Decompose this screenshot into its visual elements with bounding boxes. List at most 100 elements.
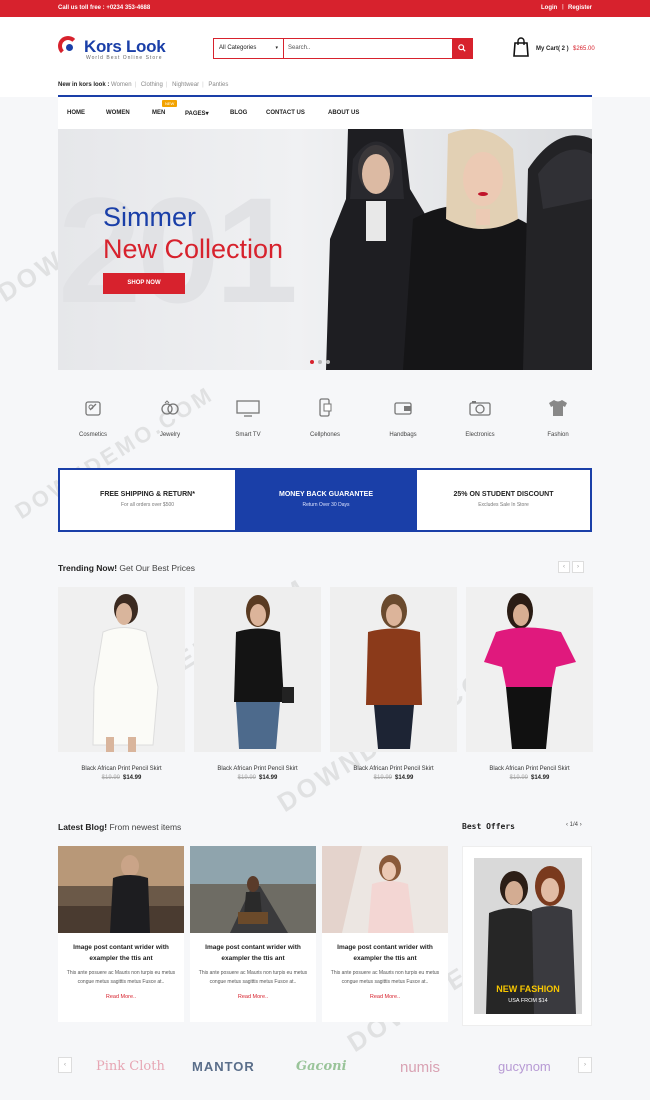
product-name[interactable]: Black African Print Pencil Skirt bbox=[466, 766, 593, 772]
blog-post-title[interactable]: Image post contant wrider with exampler … bbox=[58, 942, 184, 964]
logo-name[interactable]: Kors Look bbox=[84, 37, 166, 57]
bag-icon[interactable] bbox=[513, 37, 529, 57]
register-link[interactable]: Register bbox=[568, 5, 592, 11]
nav-item-pages[interactable]: PAGES▾ bbox=[185, 110, 209, 117]
sale-price: $14.99 bbox=[259, 775, 278, 781]
category-select-value: All Categories bbox=[219, 45, 257, 51]
new-in-link-clothing[interactable]: Clothing bbox=[141, 82, 163, 88]
product-card[interactable]: Black African Print Pencil Skirt $19.99 $… bbox=[194, 587, 321, 781]
new-in-label: New in kors look : bbox=[58, 82, 110, 88]
brand-logo[interactable]: gucynom bbox=[498, 1059, 551, 1074]
logo-tagline: World Best Online Store bbox=[86, 55, 163, 61]
top-bar: Call us toll free : +0234 353-4688 Login… bbox=[0, 0, 650, 17]
slider-dots bbox=[310, 359, 334, 366]
nav-item-women[interactable]: WOMEN bbox=[106, 110, 130, 116]
blog-image[interactable] bbox=[58, 846, 184, 933]
category-select[interactable]: All Categories ▾ bbox=[214, 39, 284, 58]
pager-count: 1/4 bbox=[569, 822, 579, 828]
brand-logo[interactable]: numis bbox=[400, 1059, 440, 1076]
category-cellphones[interactable]: Cellphones bbox=[290, 398, 360, 438]
next-arrow-button[interactable]: › bbox=[580, 822, 582, 828]
category-label: Jewelry bbox=[159, 432, 181, 438]
brand-logo[interactable]: Pink Cloth bbox=[96, 1059, 165, 1074]
next-arrow-button[interactable]: › bbox=[578, 1057, 592, 1073]
product-name[interactable]: Black African Print Pencil Skirt bbox=[194, 766, 321, 772]
product-name[interactable]: Black African Print Pencil Skirt bbox=[58, 766, 185, 772]
feature-subtitle: Return Over 30 Days bbox=[302, 502, 350, 508]
category-electronics[interactable]: Electronics bbox=[445, 398, 515, 438]
hero-slider[interactable]: 201 Simmer New Collection SHOP NOW bbox=[58, 129, 592, 370]
brand-logo[interactable]: Gaconi bbox=[296, 1059, 347, 1074]
main-nav: HOME WOMEN MEN NEW PAGES▾ BLOG CONTACT U… bbox=[58, 95, 592, 129]
category-cosmetics[interactable]: Cosmetics bbox=[58, 398, 128, 438]
product-image[interactable] bbox=[194, 587, 321, 752]
new-in-link-nightwear[interactable]: Nightwear bbox=[172, 82, 199, 88]
logo-dot-icon bbox=[66, 44, 73, 51]
offer-title: NEW FASHION bbox=[496, 984, 560, 994]
slider-dot[interactable] bbox=[310, 360, 314, 364]
cart-label[interactable]: My Cart( 2 ) bbox=[536, 46, 569, 52]
product-card[interactable]: Black African Print Pencil Skirt $19.99 $… bbox=[330, 587, 457, 781]
read-more-link[interactable]: Read More.. bbox=[190, 994, 316, 1000]
read-more-link[interactable]: Read More.. bbox=[58, 994, 184, 1000]
blog-title-rest: From newest items bbox=[107, 822, 182, 832]
product-price: $19.99 $14.99 bbox=[194, 775, 321, 781]
best-offers-pager: ‹ 1/4 › bbox=[566, 822, 582, 828]
category-fashion[interactable]: Fashion bbox=[523, 398, 593, 438]
product-name[interactable]: Black African Print Pencil Skirt bbox=[330, 766, 457, 772]
category-handbags[interactable]: Handbags bbox=[368, 398, 438, 438]
best-offer-banner[interactable]: NEW FASHION USA FROM $14 bbox=[462, 846, 592, 1026]
blog-post-title[interactable]: Image post contant wrider with exampler … bbox=[190, 942, 316, 964]
cosmetics-icon bbox=[85, 401, 101, 416]
nav-item-about[interactable]: ABOUT US bbox=[328, 110, 359, 116]
search-bar: All Categories ▾ Search.. bbox=[213, 38, 473, 59]
prev-arrow-button[interactable]: ‹ bbox=[558, 561, 570, 573]
nav-item-blog[interactable]: BLOG bbox=[230, 110, 247, 116]
blog-image[interactable] bbox=[190, 846, 316, 933]
feature-title: FREE SHIPPING & RETURN* bbox=[100, 491, 195, 498]
tshirt-icon bbox=[549, 400, 567, 416]
product-card[interactable]: Black African Print Pencil Skirt $19.99 $… bbox=[58, 587, 185, 781]
phone-icon bbox=[319, 398, 332, 417]
nav-item-men[interactable]: MEN bbox=[152, 110, 165, 116]
offer-image[interactable]: NEW FASHION USA FROM $14 bbox=[474, 858, 582, 1014]
nav-item-home[interactable]: HOME bbox=[67, 110, 85, 116]
category-label: Fashion bbox=[547, 432, 569, 438]
search-button[interactable] bbox=[452, 39, 472, 58]
blog-post-title[interactable]: Image post contant wrider with exampler … bbox=[322, 942, 448, 964]
shop-now-button[interactable]: SHOP NOW bbox=[103, 273, 185, 294]
new-in-bar: New in kors look : Women | Clothing | Nigh… bbox=[58, 82, 229, 88]
next-arrow-button[interactable]: › bbox=[572, 561, 584, 573]
best-offers-heading: Best Offers bbox=[462, 822, 515, 831]
slider-dot[interactable] bbox=[326, 360, 330, 364]
tv-icon bbox=[236, 400, 260, 417]
hero-title-line1: Simmer bbox=[103, 202, 196, 232]
blog-card: Image post contant wrider with exampler … bbox=[322, 846, 448, 1022]
category-jewelry[interactable]: Jewelry bbox=[135, 398, 205, 438]
trending-arrows: ‹ › bbox=[556, 561, 584, 573]
login-link[interactable]: Login bbox=[541, 5, 557, 11]
blog-post-excerpt: This ante posuere ac Mauris non turpis e… bbox=[198, 970, 308, 985]
search-icon bbox=[458, 44, 466, 52]
product-image[interactable] bbox=[466, 587, 593, 752]
category-smart-tv[interactable]: Smart TV bbox=[213, 398, 283, 438]
search-input[interactable]: Search.. bbox=[288, 39, 310, 58]
feature-money-back: MONEY BACK GUARANTEE Return Over 30 Days bbox=[235, 470, 417, 530]
nav-item-pages-label: PAGES bbox=[185, 111, 206, 117]
rings-icon bbox=[161, 400, 179, 415]
read-more-link[interactable]: Read More.. bbox=[322, 994, 448, 1000]
prev-arrow-button[interactable]: ‹ bbox=[566, 822, 568, 828]
new-in-link-women[interactable]: Women bbox=[111, 82, 132, 88]
nav-item-contact[interactable]: CONTACT US bbox=[266, 110, 305, 116]
new-in-link-panties[interactable]: Panties bbox=[208, 82, 228, 88]
product-image[interactable] bbox=[330, 587, 457, 752]
product-card[interactable]: Black African Print Pencil Skirt $19.99 $… bbox=[466, 587, 593, 781]
hero-title-line2: New Collection bbox=[103, 234, 284, 264]
slider-dot[interactable] bbox=[318, 360, 322, 364]
blog-image[interactable] bbox=[322, 846, 448, 933]
prev-arrow-button[interactable]: ‹ bbox=[58, 1057, 72, 1073]
brand-logo[interactable]: MANTOR bbox=[192, 1059, 255, 1074]
trending-heading: Trending Now! Get Our Best Prices bbox=[58, 563, 195, 573]
product-image[interactable] bbox=[58, 587, 185, 752]
offer-subtitle: USA FROM $14 bbox=[508, 998, 548, 1004]
